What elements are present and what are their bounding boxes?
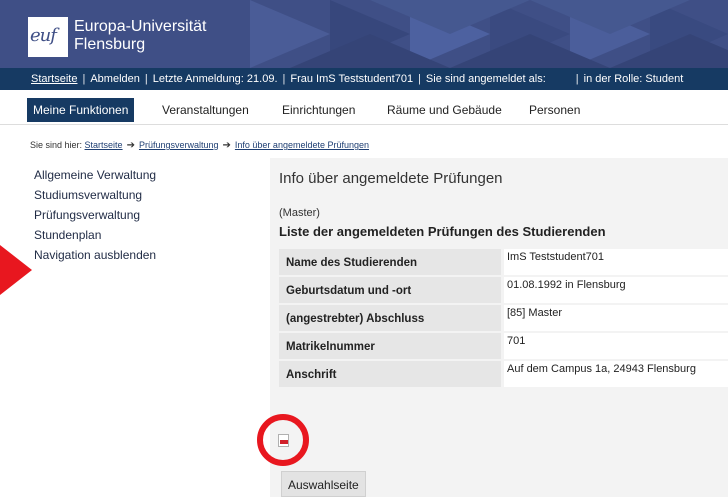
table-row: Name des Studierenden ImS Teststudent701: [279, 249, 728, 275]
sidebar-item-navigation-ausblenden[interactable]: Navigation ausblenden: [34, 245, 156, 265]
breadcrumb-startseite[interactable]: Startseite: [85, 140, 123, 150]
last-login-text: Letzte Anmeldung: 21.09.: [152, 73, 278, 85]
page-title: Info über angemeldete Prüfungen: [279, 170, 503, 187]
annotation-circle: [257, 414, 309, 466]
row-value: Auf dem Campus 1a, 24943 Flensburg: [504, 361, 728, 387]
annotation-arrow-icon: [0, 245, 32, 295]
logo-text: euf: [30, 25, 57, 46]
row-value: 01.08.1992 in Flensburg: [504, 277, 728, 303]
row-value: 701: [504, 333, 728, 359]
home-link[interactable]: Startseite: [31, 73, 77, 85]
row-label: Geburtsdatum und -ort: [279, 277, 501, 303]
table-row: Matrikelnummer 701: [279, 333, 728, 359]
breadcrumb-pruefungsverwaltung[interactable]: Prüfungsverwaltung: [139, 140, 219, 150]
row-value: [85] Master: [504, 305, 728, 331]
university-name-line1: Europa-Universität: [74, 18, 207, 35]
university-name-line2: Flensburg: [74, 36, 146, 53]
row-label: Anschrift: [279, 361, 501, 387]
header-banner: euf Europa-Universität Flensburg: [0, 0, 728, 68]
degree-label: (Master): [279, 207, 320, 219]
table-row: Geburtsdatum und -ort 01.08.1992 in Flen…: [279, 277, 728, 303]
breadcrumb-prefix: Sie sind hier:: [30, 140, 83, 150]
table-row: (angestrebter) Abschluss [85] Master: [279, 305, 728, 331]
nav-raeume-und-gebaeude[interactable]: Räume und Gebäude: [387, 98, 502, 122]
user-name: Frau ImS Teststudent701: [290, 73, 414, 85]
row-label: Name des Studierenden: [279, 249, 501, 275]
sidebar-item-allgemeine-verwaltung[interactable]: Allgemeine Verwaltung: [34, 165, 156, 185]
auswahlseite-button[interactable]: Auswahlseite: [281, 471, 366, 497]
sidebar-item-pruefungsverwaltung[interactable]: Prüfungsverwaltung: [34, 205, 156, 225]
arrow-right-icon: ➔: [126, 140, 135, 151]
side-navigation: Allgemeine Verwaltung Studiumsverwaltung…: [34, 165, 156, 265]
university-name: Europa-Universität Flensburg: [74, 18, 207, 54]
list-heading: Liste der angemeldeten Prüfungen des Stu…: [279, 224, 606, 239]
row-label: Matrikelnummer: [279, 333, 501, 359]
arrow-right-icon: ➔: [222, 140, 231, 151]
logout-link[interactable]: Abmelden: [90, 73, 140, 85]
university-logo[interactable]: euf: [28, 17, 68, 57]
breadcrumb: Sie sind hier: Startseite ➔ Prüfungsverwal…: [30, 140, 369, 151]
nav-einrichtungen[interactable]: Einrichtungen: [282, 98, 355, 122]
nav-veranstaltungen[interactable]: Veranstaltungen: [162, 98, 249, 122]
status-bar: Startseite | Abmelden | Letzte Anmeldung: 21…: [0, 68, 728, 90]
nav-personen[interactable]: Personen: [529, 98, 580, 122]
nav-meine-funktionen[interactable]: Meine Funktionen: [27, 98, 135, 122]
breadcrumb-current[interactable]: Info über angemeldete Prüfungen: [235, 140, 369, 150]
sidebar-item-studiumsverwaltung[interactable]: Studiumsverwaltung: [34, 185, 156, 205]
logged-in-as-text: Sie sind angemeldet als:: [425, 73, 546, 85]
sidebar-item-stundenplan[interactable]: Stundenplan: [34, 225, 156, 245]
row-value: ImS Teststudent701: [504, 249, 728, 275]
role-text: in der Rolle: Student: [583, 73, 684, 85]
nav-divider: [0, 124, 728, 125]
table-row: Anschrift Auf dem Campus 1a, 24943 Flens…: [279, 361, 728, 387]
row-label: (angestrebter) Abschluss: [279, 305, 501, 331]
